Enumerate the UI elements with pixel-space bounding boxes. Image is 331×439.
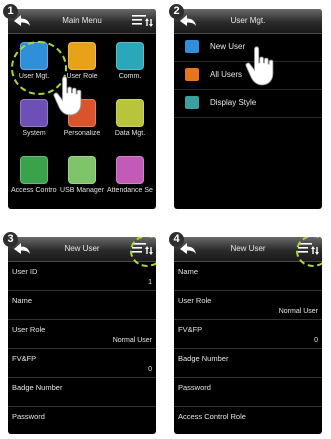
field-label: Name: [12, 296, 33, 305]
menu-tile[interactable]: Attendance Search: [107, 152, 153, 207]
field-row[interactable]: Name: [8, 291, 156, 320]
screen-title: User Mgt.: [230, 16, 266, 25]
new-user-screen-scrolled: New User Name User Role Normal User FV&FP 0 B…: [174, 237, 322, 434]
field-row[interactable]: Badge Number: [8, 378, 156, 407]
screen-title: New User: [64, 244, 100, 253]
field-row[interactable]: Password: [174, 378, 322, 407]
field-label: Badge Number: [178, 354, 229, 363]
field-label: FV&FP: [178, 325, 203, 334]
access-control-icon: [20, 156, 48, 184]
menu-tile[interactable]: Data Mgt.: [107, 95, 153, 150]
menu-tile-label: Comm.: [118, 73, 142, 80]
step-badge: 2: [169, 4, 184, 19]
menu-tile[interactable]: Comm.: [107, 38, 153, 93]
screen-title: Main Menu: [62, 16, 102, 25]
field-row[interactable]: Badge Number: [174, 349, 322, 378]
step-badge: 3: [3, 232, 18, 247]
menu-tile-label: Attendance Search: [107, 187, 153, 194]
title-bar: Main Menu: [8, 9, 156, 34]
field-row[interactable]: User Role Normal User: [174, 291, 322, 320]
menu-item-label: New User: [210, 42, 246, 51]
field-value: 0: [314, 337, 318, 344]
data-mgt-icon: [116, 99, 144, 127]
menu-item-display-style[interactable]: Display Style: [174, 90, 322, 118]
menu-tile-label: Access Control: [11, 187, 57, 194]
field-row[interactable]: Password: [8, 407, 156, 434]
field-value: 0: [148, 366, 152, 373]
field-label: User Role: [12, 325, 46, 334]
new-user-screen: New User User ID 1 Name User Role Normal Use…: [8, 237, 156, 434]
menu-tile[interactable]: System: [11, 95, 57, 150]
field-row[interactable]: User Role Normal User: [8, 320, 156, 349]
new-user-icon: [185, 40, 199, 53]
step-badge: 4: [169, 232, 184, 247]
display-style-icon: [185, 96, 199, 109]
user-role-icon: [68, 42, 96, 70]
step-badge: 1: [3, 4, 18, 19]
screen-title: New User: [230, 244, 266, 253]
field-label: Name: [178, 267, 199, 276]
menu-tile-label: Data Mgt.: [114, 130, 146, 137]
menu-tile-label: System: [22, 130, 46, 137]
usb-manager-icon: [68, 156, 96, 184]
field-value: 1: [148, 279, 152, 286]
system-icon: [20, 99, 48, 127]
field-row[interactable]: FV&FP 0: [174, 320, 322, 349]
user-mgt-screen: User Mgt. New User All Users Display Sty…: [174, 9, 322, 209]
title-bar: User Mgt.: [174, 9, 322, 34]
field-value: Normal User: [278, 308, 318, 315]
menu-item-label: All Users: [210, 70, 243, 79]
field-label: Password: [12, 412, 45, 421]
field-label: FV&FP: [12, 354, 37, 363]
menu-tile-label: Personalize: [63, 130, 101, 137]
menu-tile[interactable]: USB Manager: [59, 152, 105, 207]
main-menu-screen: Main Menu User Mgt. User Role Comm. System P…: [8, 9, 156, 209]
field-label: Access Control Role: [178, 412, 246, 421]
menu-tile[interactable]: Access Control: [11, 152, 57, 207]
all-users-icon: [185, 68, 199, 81]
menu-sort-icon[interactable]: [131, 13, 153, 29]
comm-icon: [116, 42, 144, 70]
attendance-search-icon: [116, 156, 144, 184]
field-label: User ID: [12, 267, 38, 276]
field-label: Password: [178, 383, 211, 392]
field-row[interactable]: User ID 1: [8, 262, 156, 291]
field-value: Normal User: [112, 337, 152, 344]
menu-item-label: Display Style: [210, 98, 257, 107]
field-row[interactable]: FV&FP 0: [8, 349, 156, 378]
hand-pointer-icon: [52, 75, 94, 117]
field-row[interactable]: Access Control Role: [174, 407, 322, 434]
field-row[interactable]: Name: [174, 262, 322, 291]
hand-pointer-icon: [244, 45, 286, 87]
field-label: Badge Number: [12, 383, 63, 392]
field-label: User Role: [178, 296, 212, 305]
menu-tile-label: USB Manager: [60, 187, 104, 194]
